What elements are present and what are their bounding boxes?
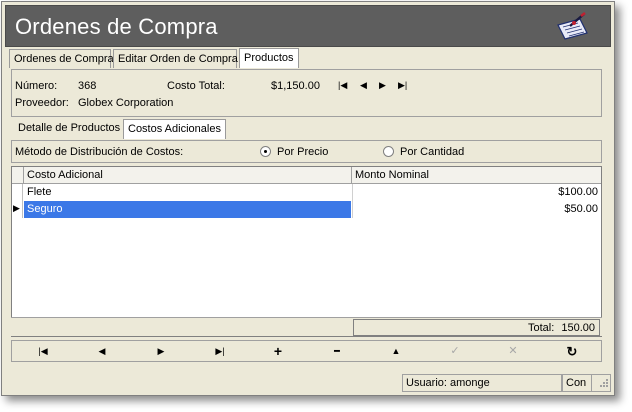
radio-por-cantidad[interactable] (383, 146, 394, 157)
edit-icon[interactable]: ▲ (384, 344, 408, 359)
post-icon[interactable]: ✓ (443, 344, 467, 359)
distribution-method-row: Método de Distribución de Costos: Por Pr… (11, 140, 602, 163)
grid-header: Costo Adicional Monto Nominal (12, 167, 601, 184)
tab-ordenes-de-compra[interactable]: Ordenes de Compra (9, 49, 114, 68)
status-bar: Usuario: amonge Con (5, 374, 611, 392)
nav-last-icon[interactable]: ▶| (398, 80, 407, 91)
numero-value: 368 (78, 80, 97, 92)
subtab-detalle-productos[interactable]: Detalle de Productos (14, 119, 124, 139)
column-costo-adicional[interactable]: Costo Adicional (24, 167, 352, 183)
tab-productos[interactable]: Productos (239, 48, 299, 68)
cancel-icon[interactable]: ✕ (501, 344, 525, 359)
cell-costo-adicional[interactable]: Flete (24, 184, 351, 201)
header-indicator-cell (12, 167, 24, 183)
column-monto-nominal[interactable]: Monto Nominal (352, 167, 601, 183)
title-bar: Ordenes de Compra (5, 5, 611, 47)
purchase-order-icon (557, 11, 588, 40)
distribution-label: Método de Distribución de Costos: (15, 146, 184, 158)
cell-costo-adicional[interactable]: Seguro (24, 201, 351, 218)
nav-first-icon[interactable]: |◀ (338, 80, 347, 91)
delete-icon[interactable]: ━ (325, 344, 349, 359)
total-box: Total: 150.00 (353, 319, 600, 336)
costo-total-value: $1,150.00 (271, 80, 320, 92)
por-cantidad-label[interactable]: Por Cantidad (400, 146, 464, 158)
cell-monto-nominal[interactable]: $50.00 (352, 201, 601, 218)
numero-label: Número: (15, 80, 58, 92)
total-label: Total: (527, 322, 555, 334)
status-user: Usuario: amonge (402, 374, 562, 392)
costo-total-label: Costo Total: (167, 80, 225, 92)
last-record-icon[interactable]: ▶| (208, 344, 232, 359)
order-info-panel: Número: 368 Costo Total: $1,150.00 |◀ ◀ … (11, 69, 602, 117)
cell-monto-nominal[interactable]: $100.00 (352, 184, 601, 201)
main-window: Ordenes de Compra Ordenes de Compra Edit… (1, 1, 615, 396)
table-row[interactable]: Flete $100.00 (12, 184, 601, 201)
prev-record-icon[interactable]: ◀ (90, 344, 114, 359)
status-connection: Con (562, 374, 592, 392)
por-precio-label[interactable]: Por Precio (277, 146, 328, 158)
subtab-costos-adicionales[interactable]: Costos Adicionales (123, 119, 226, 139)
proveedor-label: Proveedor: (15, 97, 69, 109)
nav-next-icon[interactable]: ▶ (379, 80, 386, 91)
total-value: 150.00 (561, 322, 595, 334)
resize-grip-icon[interactable] (592, 374, 611, 392)
next-record-icon[interactable]: ▶ (149, 344, 173, 359)
nav-prev-icon[interactable]: ◀ (360, 80, 367, 91)
row-indicator (12, 184, 23, 201)
record-navigator: |◀ ◀ ▶ ▶| + ━ ▲ ✓ ✕ ↻ (11, 340, 602, 362)
row-indicator: ▶ (12, 201, 23, 218)
proveedor-value: Globex Corporation (78, 97, 174, 109)
grid-footer: Total: 150.00 (11, 317, 602, 336)
first-record-icon[interactable]: |◀ (31, 344, 55, 359)
window-title: Ordenes de Compra (15, 14, 218, 39)
radio-por-precio[interactable] (260, 146, 271, 157)
tab-editar-orden[interactable]: Editar Orden de Compra (113, 49, 238, 68)
add-icon[interactable]: + (266, 344, 290, 359)
refresh-icon[interactable]: ↻ (560, 344, 584, 359)
additional-costs-grid[interactable]: Costo Adicional Monto Nominal Flete $100… (11, 166, 602, 337)
table-row[interactable]: ▶ Seguro $50.00 (12, 201, 601, 218)
current-row-arrow-icon: ▶ (13, 203, 20, 213)
